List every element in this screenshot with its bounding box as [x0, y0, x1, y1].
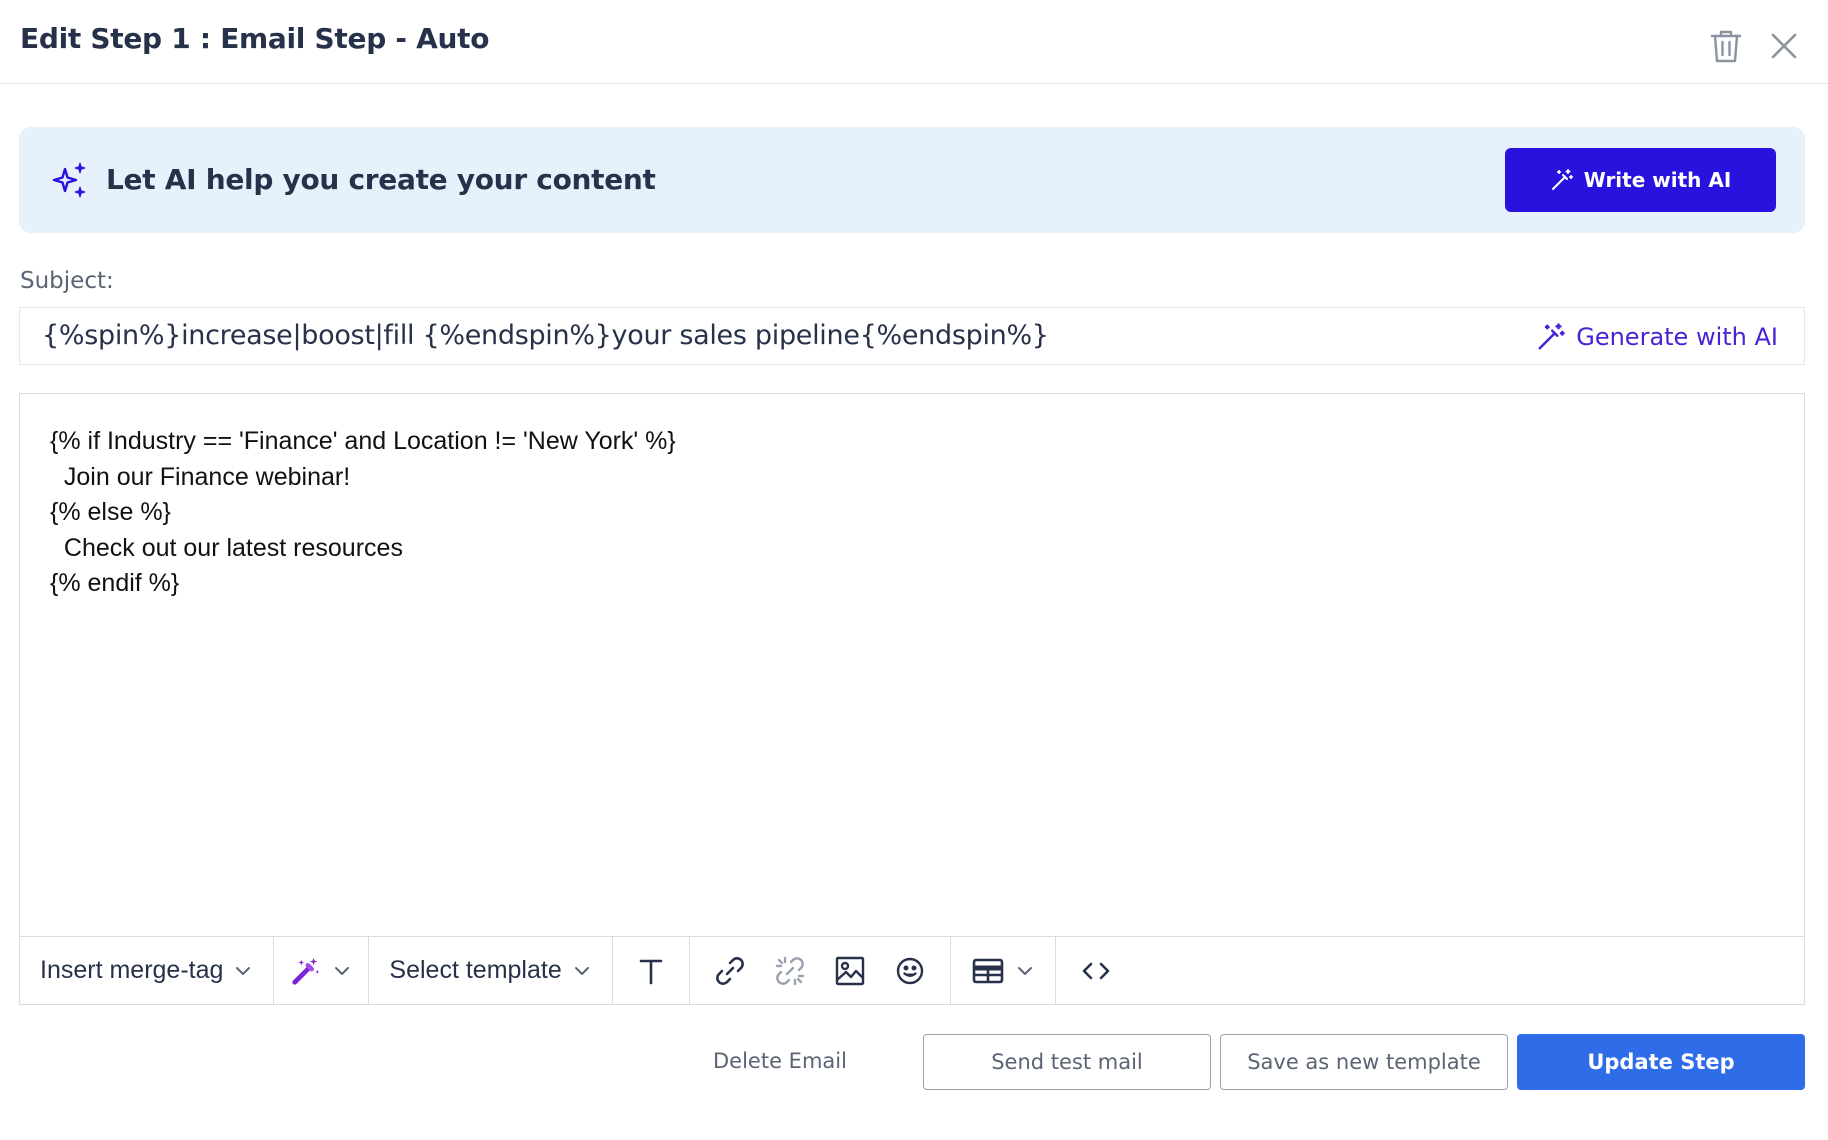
magic-wand-icon [1551, 169, 1573, 190]
ai-magic-dropdown[interactable] [274, 955, 368, 987]
save-as-template-button[interactable]: Save as new template [1220, 1034, 1508, 1090]
insert-group [690, 937, 951, 1004]
subject-value[interactable]: {%spin%}increase|boost|fill {%endspin%}y… [42, 320, 1049, 351]
select-template-dropdown[interactable]: Select template [369, 956, 611, 985]
table-group [951, 937, 1056, 1004]
insert-link-button[interactable] [700, 937, 760, 1004]
chevron-down-icon [1017, 966, 1032, 975]
editor-toolbar: Insert merge-tag Select template [20, 936, 1804, 1004]
insert-table-dropdown[interactable] [959, 954, 1047, 988]
email-body-text[interactable]: {% if Industry == 'Finance' and Location… [50, 424, 676, 602]
table-icon [972, 958, 1004, 983]
magic-wand-icon [292, 957, 320, 985]
chevron-down-icon [236, 966, 251, 975]
dialog-title: Edit Step 1 : Email Step - Auto [20, 22, 490, 55]
merge-tag-label: Insert merge-tag [40, 956, 224, 984]
update-step-button[interactable]: Update Step [1517, 1034, 1805, 1090]
write-with-ai-label: Write with AI [1583, 168, 1732, 192]
close-icon[interactable] [1770, 32, 1798, 60]
insert-image-button[interactable] [820, 937, 880, 1004]
trash-icon[interactable] [1710, 28, 1742, 64]
send-test-mail-button[interactable]: Send test mail [923, 1034, 1211, 1090]
ai-banner-text: Let AI help you create your content [106, 163, 656, 196]
unlink-icon [775, 956, 804, 985]
select-template-label: Select template [389, 956, 562, 984]
insert-merge-tag-dropdown[interactable]: Insert merge-tag [20, 956, 273, 985]
text-format-group [613, 937, 690, 1004]
image-icon [835, 956, 864, 985]
insert-emoji-button[interactable] [880, 937, 940, 1004]
magic-wand-icon [1538, 323, 1565, 350]
source-code-button[interactable] [1066, 937, 1126, 1004]
template-group: Select template [369, 937, 613, 1004]
remove-link-button[interactable] [760, 937, 820, 1004]
delete-email-button[interactable]: Delete Email [713, 1049, 847, 1073]
chevron-down-icon [335, 966, 350, 975]
chevron-down-icon [574, 966, 589, 975]
edit-step-dialog: Edit Step 1 : Email Step - Auto Let AI h… [0, 0, 1828, 1140]
subject-label: Subject: [20, 268, 114, 294]
code-icon [1082, 962, 1110, 979]
write-with-ai-button[interactable]: Write with AI [1505, 148, 1776, 212]
emoji-icon [896, 957, 923, 984]
merge-tag-group: Insert merge-tag [20, 937, 275, 1004]
email-body-editor: {% if Industry == 'Finance' and Location… [19, 393, 1805, 1005]
generate-with-ai-button[interactable]: Generate with AI [1536, 322, 1778, 352]
generate-with-ai-label: Generate with AI [1576, 323, 1778, 351]
text-format-button[interactable] [621, 937, 681, 1004]
text-icon [639, 959, 663, 984]
ai-help-banner: Let AI help you create your content Writ… [19, 127, 1805, 233]
subject-input[interactable]: {%spin%}increase|boost|fill {%endspin%}y… [19, 307, 1805, 365]
ai-tools-group [274, 937, 370, 1004]
source-group [1056, 937, 1136, 1004]
sparkle-icon [50, 161, 88, 199]
link-icon [715, 956, 744, 985]
dialog-header: Edit Step 1 : Email Step - Auto [0, 0, 1828, 84]
